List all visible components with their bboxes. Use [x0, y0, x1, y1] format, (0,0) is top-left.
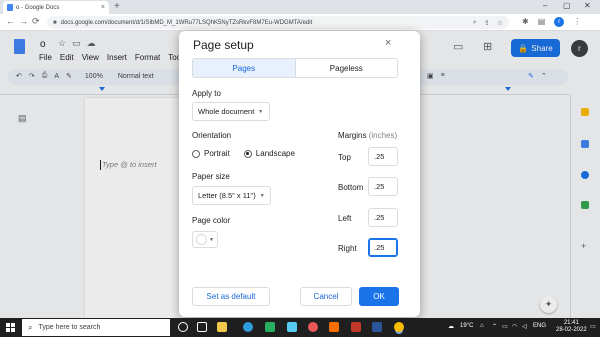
weather-temperature[interactable]: 19°C: [460, 323, 473, 329]
app-icon[interactable]: [329, 322, 339, 332]
task-view-icon[interactable]: [197, 322, 207, 332]
lock-icon: ■: [53, 19, 57, 26]
new-tab-button[interactable]: +: [114, 1, 120, 12]
search-icon: ⌕: [28, 322, 33, 332]
page-color-label: Page color: [192, 216, 231, 225]
portrait-radio[interactable]: [192, 149, 200, 158]
margin-bottom-label: Bottom: [338, 183, 364, 192]
opera-icon[interactable]: [308, 322, 318, 332]
share-page-icon[interactable]: ⇪: [484, 19, 490, 27]
apply-to-label: Apply to: [192, 89, 221, 98]
people-icon[interactable]: ⌂: [480, 323, 484, 329]
bookmark-star-icon[interactable]: ☆: [497, 19, 503, 27]
page-mode-tabs: Pages Pageless: [192, 58, 398, 78]
chevron-down-icon: ▼: [209, 236, 214, 243]
volume-icon[interactable]: ◁: [522, 323, 527, 330]
windows-start-icon[interactable]: [6, 323, 15, 332]
show-hidden-icons[interactable]: ⌃: [492, 323, 497, 330]
close-tab-icon[interactable]: ×: [101, 4, 105, 11]
landscape-label[interactable]: Landscape: [256, 149, 295, 158]
browser-tab[interactable]: o - Google Docs ×: [3, 1, 109, 14]
address-bar: ← → ⟳ ■ docs.google.com/document/d/1iSIb…: [0, 14, 600, 31]
word-icon[interactable]: [372, 322, 382, 332]
mail-icon[interactable]: [287, 322, 297, 332]
paper-size-select[interactable]: Letter (8.5" x 11") ▼: [192, 186, 271, 205]
close-dialog-icon[interactable]: ×: [385, 37, 391, 49]
google-docs-favicon-icon: [7, 4, 13, 11]
edge-icon[interactable]: [243, 322, 253, 332]
minimize-window-icon[interactable]: –: [543, 1, 547, 10]
system-clock[interactable]: 21:41 28-02-2022: [556, 320, 587, 334]
zoom-search-icon[interactable]: ⌕: [473, 19, 477, 27]
browser-profile-avatar[interactable]: r: [554, 17, 565, 27]
browser-tab-strip: o - Google Docs × + – ▢ ✕: [0, 0, 600, 14]
margin-right-label: Right: [338, 244, 357, 253]
tab-pages[interactable]: Pages: [193, 59, 296, 77]
orientation-label: Orientation: [192, 131, 232, 140]
margin-top-input[interactable]: .25: [368, 147, 398, 166]
notifications-icon[interactable]: ▭: [590, 323, 596, 330]
chrome-icon[interactable]: [394, 322, 404, 332]
maximize-window-icon[interactable]: ▢: [563, 1, 571, 10]
margins-unit: (inches): [368, 131, 398, 140]
portrait-label[interactable]: Portrait: [204, 149, 230, 158]
orientation-options: Portrait Landscape: [192, 149, 295, 158]
taskbar-search-placeholder: Type here to search: [38, 324, 101, 331]
clock-time: 21:41: [563, 320, 579, 326]
extensions-icon[interactable]: ✱: [522, 17, 529, 27]
network-icon[interactable]: ◠: [512, 323, 517, 330]
forward-icon[interactable]: →: [19, 16, 28, 26]
cancel-button[interactable]: Cancel: [300, 287, 352, 306]
margins-title: Margins: [338, 131, 367, 140]
tab-pageless[interactable]: Pageless: [296, 59, 398, 77]
margin-right-input[interactable]: .25: [368, 238, 398, 257]
cortana-icon[interactable]: [178, 322, 188, 332]
set-as-default-button[interactable]: Set as default: [192, 287, 270, 306]
browser-tab-title: o - Google Docs: [16, 4, 60, 11]
color-swatch: [196, 234, 207, 245]
landscape-radio[interactable]: [243, 149, 252, 158]
weather-icon[interactable]: ☁: [448, 323, 454, 330]
battery-icon[interactable]: ▭: [502, 323, 508, 330]
back-icon[interactable]: ←: [6, 16, 15, 26]
reload-icon[interactable]: ⟳: [32, 16, 40, 27]
paper-size-label: Paper size: [192, 172, 230, 181]
margin-left-input[interactable]: .25: [368, 208, 398, 227]
browser-menu-icon[interactable]: ⋮: [573, 17, 581, 27]
video-app-icon[interactable]: [351, 322, 361, 332]
page-color-picker[interactable]: ▼: [192, 231, 218, 248]
taskbar-search-field[interactable]: ⌕ Type here to search: [22, 319, 170, 336]
url-field[interactable]: ■ docs.google.com/document/d/1iSIbMD_M_1…: [47, 16, 509, 29]
store-icon[interactable]: [265, 322, 275, 332]
page-setup-dialog: Page setup × Pages Pageless Apply to Who…: [179, 31, 420, 317]
apply-to-select[interactable]: Whole document ▼: [192, 102, 270, 121]
clock-date: 28-02-2022: [556, 327, 587, 333]
windows-taskbar: ⌕ Type here to search ☁ 19°C ⌂ ⌃ ▭ ◠ ◁ E…: [0, 318, 600, 337]
input-language[interactable]: ENG: [533, 323, 546, 329]
chevron-down-icon: ▼: [258, 108, 264, 115]
paper-size-value: Letter (8.5" x 11"): [198, 191, 256, 200]
dialog-title: Page setup: [193, 38, 254, 52]
margins-label: Margins (inches): [338, 131, 397, 140]
reading-list-icon[interactable]: ▤: [538, 17, 546, 27]
file-explorer-icon[interactable]: [217, 322, 227, 332]
ok-button[interactable]: OK: [359, 287, 399, 306]
chevron-down-icon: ▼: [259, 192, 265, 199]
close-window-icon[interactable]: ✕: [584, 1, 591, 10]
margin-bottom-input[interactable]: .25: [368, 177, 398, 196]
margin-top-label: Top: [338, 153, 351, 162]
apply-to-value: Whole document: [198, 107, 255, 116]
margin-left-label: Left: [338, 214, 352, 223]
url-text: docs.google.com/document/d/1iSIbMD_M_1WR…: [60, 19, 313, 26]
